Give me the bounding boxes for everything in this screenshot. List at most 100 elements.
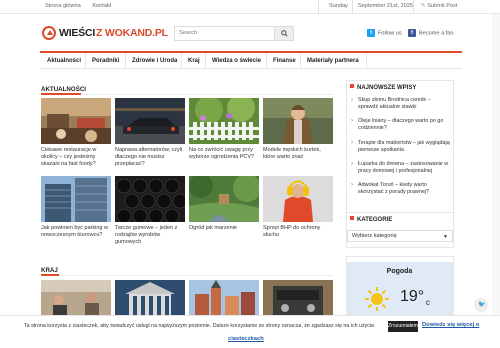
- nav-item-poradniki[interactable]: Poradniki: [92, 58, 119, 64]
- article-card[interactable]: Modele męskich kurtek, które warto znać: [263, 98, 333, 161]
- bullet-square-icon: [350, 84, 354, 88]
- latest-post-link[interactable]: Skup złomu Brodnica cennik – sprawdź akt…: [352, 97, 452, 111]
- latest-post-item[interactable]: › Skup złomu Brodnica cennik – sprawdź ak…: [351, 97, 452, 111]
- twitter-label: Follow us: [378, 30, 402, 37]
- nav-item-finanse[interactable]: Finanse: [273, 58, 296, 64]
- divider: [85, 53, 86, 69]
- sun-icon: [365, 287, 389, 311]
- divider: [125, 53, 126, 69]
- search-button[interactable]: [274, 26, 294, 41]
- latest-post-link[interactable]: Łuparka do drewna – zastosowanie w pracy…: [352, 161, 452, 175]
- date-label: September 21st, 2025: [358, 3, 414, 9]
- submit-post-label: Submit Post: [427, 3, 458, 9]
- article-image[interactable]: [263, 176, 333, 222]
- article-image[interactable]: [115, 98, 185, 144]
- latest-post-item[interactable]: › Adwokat Toruń – kiedy warto skorzystać …: [351, 182, 452, 196]
- latest-post-item[interactable]: › Terapie dla małżeństw – jak wyglądają p…: [351, 140, 452, 154]
- weather-title: Pogoda: [386, 268, 413, 275]
- latest-post-item[interactable]: › Łuparka do drewna – zastosowanie w prac…: [351, 161, 452, 175]
- article-image[interactable]: [189, 280, 259, 316]
- article-title[interactable]: Ogród jak marzenie: [189, 225, 259, 232]
- divider: [413, 0, 414, 14]
- twitter-icon: t: [367, 29, 375, 37]
- article-card[interactable]: Ciekawe restauracje w okolicy – czy jest…: [41, 98, 111, 168]
- latest-post-link[interactable]: Oleje lniany – dlaczego warto po go codz…: [352, 118, 452, 132]
- categories-select[interactable]: Wybierz kategorię ▼: [347, 230, 453, 242]
- latest-posts-title: NAJNOWSZE WPISY: [350, 84, 416, 91]
- submit-post-link[interactable]: ✎ Submit Post: [421, 3, 457, 9]
- divider: [205, 53, 206, 69]
- article-image[interactable]: [115, 176, 185, 222]
- twitter-float-button[interactable]: 🐦: [474, 298, 488, 312]
- contact-link[interactable]: Kontakt: [92, 3, 111, 9]
- article-card[interactable]: Ogród jak marzenie: [189, 176, 259, 232]
- main-nav: Aktualności Poradniki Zdrowie i Uroda Kr…: [40, 51, 462, 69]
- latest-post-link[interactable]: Adwokat Toruń – kiedy warto skorzystać z…: [352, 182, 452, 196]
- article-title[interactable]: Na co zwrócić uwagę przy wyborze ogrodze…: [189, 147, 259, 161]
- facebook-fan-link[interactable]: f Become a fan: [408, 29, 454, 37]
- search-input[interactable]: Search: [179, 30, 197, 36]
- article-title[interactable]: Naprawa alternatorów, czyli dlaczego nie…: [115, 147, 185, 168]
- divider: [181, 53, 182, 69]
- article-image[interactable]: [41, 98, 111, 144]
- article-image[interactable]: [115, 280, 185, 316]
- section-title-news: AKTUALNOŚCI: [41, 86, 87, 93]
- article-card[interactable]: Sprzęt BHP do ochrony słuchu: [263, 176, 333, 239]
- logo-arrow-icon: [42, 26, 56, 40]
- article-image[interactable]: [263, 280, 333, 316]
- nav-item-kraj[interactable]: Kraj: [188, 58, 200, 64]
- nav-item-wiedza[interactable]: Wiedza o świecie: [212, 58, 261, 64]
- article-title[interactable]: Tarcze gumowe – jeden z rodzajów wyrobów…: [115, 225, 185, 246]
- site-logo[interactable]: WIEŚCI Z WOKAND.PL: [42, 26, 168, 42]
- divider: [352, 0, 353, 14]
- divider: [266, 53, 267, 69]
- article-title[interactable]: Ciekawe restauracje w okolicy – czy jest…: [41, 147, 111, 168]
- edit-icon: ✎: [421, 3, 426, 9]
- nav-item-materialy[interactable]: Materiały partnera: [307, 58, 359, 64]
- categories-title: KATEGORIE: [350, 216, 392, 223]
- article-image[interactable]: [41, 176, 111, 222]
- logo-text-part1: WIEŚCI: [59, 27, 96, 39]
- section-title-country: KRAJ: [41, 267, 58, 274]
- weather-unit: c: [426, 298, 430, 307]
- cookie-accept-button[interactable]: Zrozumiałem: [388, 321, 418, 332]
- article-title[interactable]: Modele męskich kurtek, które warto znać: [263, 147, 333, 161]
- article-image[interactable]: [189, 98, 259, 144]
- article-title[interactable]: Jak powinien być parking w nowoczesnym b…: [41, 225, 111, 239]
- article-card[interactable]: Jak powinien być parking w nowoczesnym b…: [41, 176, 111, 239]
- cookie-text: Ta strona korzysta z ciasteczek, aby świ…: [24, 323, 376, 329]
- latest-post-link[interactable]: Terapie dla małżeństw – jak wyglądają pi…: [352, 140, 452, 154]
- article-image[interactable]: [41, 280, 111, 316]
- latest-post-item[interactable]: › Oleje lniany – dlaczego warto po go cod…: [351, 118, 452, 132]
- section-rule: [41, 94, 333, 95]
- top-bar: Strona główna Kontakt Sunday September 2…: [0, 0, 500, 14]
- chevron-right-icon: ›: [351, 118, 353, 124]
- chevron-right-icon: ›: [351, 182, 353, 188]
- cookie-more-link-continued[interactable]: ciasteczkach: [228, 336, 264, 342]
- divider: [366, 53, 367, 69]
- nav-item-aktualnosci[interactable]: Aktualności: [47, 58, 81, 64]
- divider: [318, 0, 319, 14]
- home-link[interactable]: Strona główna: [45, 3, 81, 9]
- section-rule: [41, 275, 333, 276]
- article-image[interactable]: [263, 98, 333, 144]
- facebook-icon: f: [408, 29, 416, 37]
- twitter-follow-link[interactable]: t Follow us: [367, 29, 402, 37]
- article-card[interactable]: Tarcze gumowe – jeden z rodzajów wyrobów…: [115, 176, 185, 246]
- categories-select-value: Wybierz kategorię: [352, 233, 397, 239]
- section-underline: [41, 274, 59, 276]
- chevron-right-icon: ›: [351, 161, 353, 167]
- facebook-label: Become a fan: [419, 30, 454, 37]
- categories-title-text: KATEGORIE: [357, 217, 393, 223]
- article-image[interactable]: [189, 176, 259, 222]
- cookie-more-link[interactable]: Dowiedz się więcej o: [422, 322, 479, 328]
- scrollbar[interactable]: [492, 14, 500, 314]
- article-card[interactable]: Naprawa alternatorów, czyli dlaczego nie…: [115, 98, 185, 168]
- chevron-right-icon: ›: [351, 97, 353, 103]
- article-card[interactable]: Na co zwrócić uwagę przy wyborze ogrodze…: [189, 98, 259, 161]
- cookie-bar: Ta strona korzysta z ciasteczek, aby świ…: [0, 315, 500, 348]
- search-icon: [281, 30, 288, 37]
- article-title[interactable]: Sprzęt BHP do ochrony słuchu: [263, 225, 333, 239]
- nav-item-zdrowie[interactable]: Zdrowie i Uroda: [132, 58, 177, 64]
- bullet-square-icon: [350, 216, 354, 220]
